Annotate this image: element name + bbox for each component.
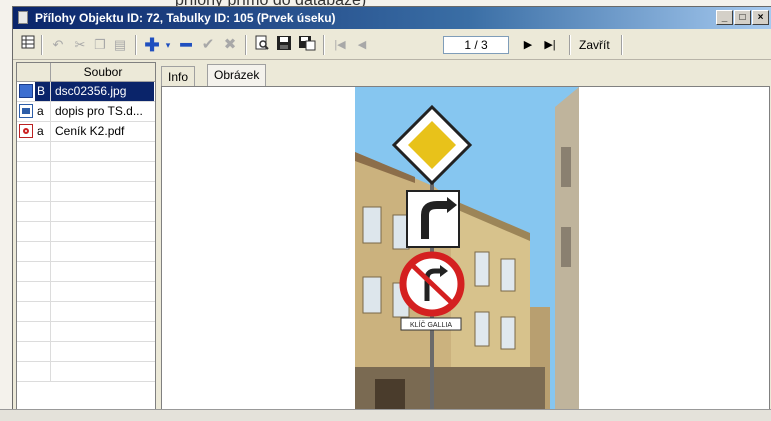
file-row[interactable]: a dopis pro TS.d...: [17, 102, 155, 122]
empty-row: [17, 342, 155, 362]
image-file-icon: [19, 84, 33, 98]
file-name: Ceník K2.pdf: [55, 124, 125, 138]
file-row[interactable]: a Ceník K2.pdf: [17, 122, 155, 142]
app-icon: [18, 11, 28, 24]
toolbar-separator: [621, 35, 623, 55]
cancel-icon[interactable]: ✖: [221, 35, 239, 55]
toolbar: ↶ ✂ ❐ ▤ ✚ ▾ ━ ✔ ✖ |◀ ◀ 1 / 3 ▶ ▶| Zavřít: [13, 31, 771, 60]
file-flag: a: [37, 124, 44, 138]
indicator-column-header: [17, 63, 51, 81]
paste-icon[interactable]: ▤: [111, 35, 129, 55]
toolbar-separator: [323, 35, 325, 55]
save-as-icon[interactable]: [297, 35, 317, 55]
undo-icon[interactable]: ↶: [49, 35, 67, 55]
maximize-button[interactable]: □: [734, 10, 751, 25]
title-bar[interactable]: Přílohy Objektu ID: 72, Tabulky ID: 105 …: [13, 7, 771, 29]
prev-icon[interactable]: ◀: [353, 35, 371, 55]
tab-obrazek[interactable]: Obrázek: [207, 64, 267, 87]
attachment-photo: KLÍČ GALLIA: [355, 87, 579, 409]
column-divider: [50, 102, 51, 121]
street-sign-text: KLÍČ GALLIA: [410, 320, 452, 329]
pdf-file-icon: [19, 124, 33, 138]
toolbar-separator: [135, 35, 137, 55]
empty-row: [17, 322, 155, 342]
file-list: Soubor B dsc02356.jpg a dopis pro TS.d..…: [16, 62, 156, 410]
window-title: Přílohy Objektu ID: 72, Tabulky ID: 105 …: [35, 11, 336, 25]
dropdown-icon[interactable]: ▾: [163, 35, 173, 55]
file-name: dsc02356.jpg: [55, 84, 127, 98]
remove-icon[interactable]: ━: [177, 35, 195, 55]
empty-row: [17, 222, 155, 242]
doc-file-icon: [19, 104, 33, 118]
empty-row: [17, 142, 155, 162]
confirm-icon[interactable]: ✔: [199, 35, 217, 55]
file-list-header: Soubor: [17, 63, 155, 82]
preview-icon[interactable]: [253, 35, 271, 55]
close-window-button[interactable]: ×: [752, 10, 769, 25]
empty-row: [17, 242, 155, 262]
next-icon[interactable]: ▶: [519, 35, 537, 55]
column-divider: [50, 82, 51, 101]
file-row[interactable]: B dsc02356.jpg: [17, 82, 155, 102]
empty-row: [17, 282, 155, 302]
grid-icon[interactable]: [19, 35, 37, 55]
empty-row: [17, 302, 155, 322]
toolbar-separator: [569, 35, 571, 55]
empty-row: [17, 262, 155, 282]
image-preview-pane: KLÍČ GALLIA: [161, 86, 770, 410]
empty-row: [17, 182, 155, 202]
column-header-soubor[interactable]: Soubor: [50, 65, 155, 79]
empty-row: [17, 202, 155, 222]
file-flag: B: [37, 84, 46, 98]
toolbar-separator: [41, 35, 43, 55]
copy-icon[interactable]: ❐: [91, 35, 109, 55]
empty-row: [17, 162, 155, 182]
close-button[interactable]: Zavřít: [579, 35, 610, 55]
column-divider: [50, 122, 51, 141]
file-name: dopis pro TS.d...: [55, 104, 143, 118]
last-icon[interactable]: ▶|: [541, 35, 559, 55]
page-indicator[interactable]: 1 / 3: [443, 36, 509, 54]
save-icon[interactable]: [275, 35, 293, 55]
minimize-button[interactable]: _: [716, 10, 733, 25]
empty-row: [17, 362, 155, 382]
file-flag: a: [37, 104, 44, 118]
attachments-window: Přílohy Objektu ID: 72, Tabulky ID: 105 …: [12, 6, 771, 412]
tab-info[interactable]: Info: [161, 66, 196, 87]
add-icon[interactable]: ✚: [143, 35, 161, 55]
toolbar-separator: [245, 35, 247, 55]
first-icon[interactable]: |◀: [331, 35, 349, 55]
status-bar: [0, 409, 771, 421]
cut-icon[interactable]: ✂: [71, 35, 89, 55]
window-controls: _ □ ×: [716, 10, 769, 25]
